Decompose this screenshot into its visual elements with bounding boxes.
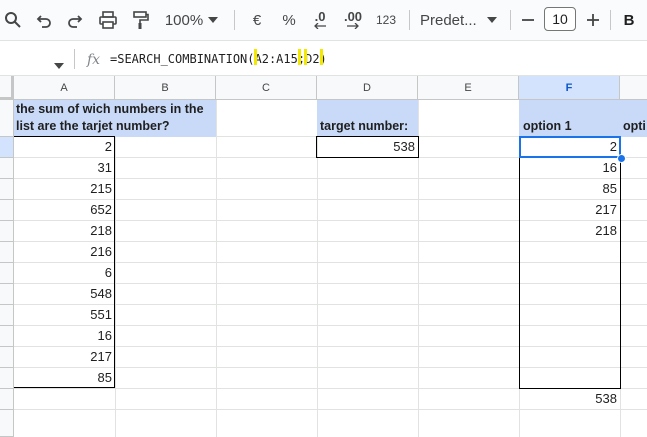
increase-decimals-label: .00	[343, 9, 363, 24]
row-header[interactable]	[0, 326, 14, 347]
row-header[interactable]	[0, 347, 14, 368]
toolbar-divider	[610, 10, 611, 30]
toolbar-divider	[234, 10, 235, 30]
row-header[interactable]	[0, 263, 14, 284]
row-header[interactable]	[0, 179, 14, 200]
row-header[interactable]	[0, 158, 14, 179]
column-header-c[interactable]: C	[216, 76, 317, 100]
column-header-a[interactable]: A	[14, 76, 115, 100]
cell-a2[interactable]: 2	[14, 137, 115, 158]
font-family-select[interactable]: Predet...	[420, 8, 480, 32]
font-size-input[interactable]: 10	[544, 7, 576, 31]
arrow-left-icon	[314, 23, 326, 29]
cell-a6[interactable]: 218	[14, 221, 115, 242]
row-header[interactable]	[0, 284, 14, 305]
column-header-e[interactable]: E	[418, 76, 519, 100]
column-header-d[interactable]: D	[317, 76, 418, 100]
cell-d2[interactable]: 538	[316, 136, 419, 158]
column-header-b[interactable]: B	[115, 76, 216, 100]
row-header[interactable]	[0, 137, 14, 158]
print-icon[interactable]	[96, 8, 120, 32]
decrease-decimals-label: .0	[314, 9, 326, 24]
cell-a4[interactable]: 215	[14, 179, 115, 200]
cell-a9[interactable]: 548	[14, 284, 115, 305]
cell-f3[interactable]: 16	[519, 158, 620, 179]
redo-icon[interactable]	[64, 8, 86, 32]
spreadsheet-grid[interactable]: A B C D E F the sum of wich numbers in t…	[0, 76, 647, 437]
formula-range-reference: A2:A15	[254, 52, 298, 66]
search-menus-icon[interactable]	[2, 8, 24, 32]
cell-f6[interactable]: 218	[519, 221, 620, 242]
fill-handle[interactable]	[617, 154, 626, 163]
cell-a12[interactable]: 217	[14, 347, 115, 368]
toolbar-divider	[510, 10, 511, 30]
zoom-dropdown-icon[interactable]	[206, 8, 220, 32]
increase-decimals-button[interactable]: .00	[341, 8, 365, 32]
column-header-f[interactable]: F	[519, 76, 620, 100]
cell-a10[interactable]: 551	[14, 305, 115, 326]
fx-icon: fx	[87, 52, 101, 68]
toolbar: 100% € % .0 .00 123 Predet... 10 B	[0, 0, 647, 40]
row-header[interactable]	[0, 221, 14, 242]
formula-input[interactable]: =SEARCH_COMBINATION(A2:A15;D2)	[110, 52, 327, 66]
decrease-decimals-button[interactable]: .0	[309, 8, 331, 32]
row-header[interactable]	[0, 410, 14, 437]
cell-a5[interactable]: 652	[14, 200, 115, 221]
cell-a8[interactable]: 6	[14, 263, 115, 284]
cell-a3[interactable]: 31	[14, 158, 115, 179]
increase-font-size-icon[interactable]	[583, 8, 603, 32]
cell-f4[interactable]: 85	[519, 179, 620, 200]
bold-button[interactable]: B	[620, 8, 638, 32]
cell-f-total[interactable]: 538	[519, 389, 620, 410]
zoom-select[interactable]: 100%	[164, 8, 204, 32]
cell-f5[interactable]: 217	[519, 200, 620, 221]
cell-f1[interactable]: option 1	[519, 100, 620, 137]
cell-a1[interactable]: the sum of wich numbers in the list are …	[14, 100, 216, 137]
formula-cell-reference: D2	[305, 52, 320, 66]
column-header-g[interactable]	[620, 76, 647, 100]
percent-format-button[interactable]: %	[280, 8, 298, 32]
row-header[interactable]	[0, 242, 14, 263]
paint-format-icon[interactable]	[128, 8, 152, 32]
row-header[interactable]	[0, 389, 14, 410]
gridline	[115, 100, 116, 437]
row-header[interactable]	[0, 305, 14, 326]
name-box-dropdown-icon[interactable]	[54, 56, 64, 74]
cell-d1[interactable]: target number:	[317, 100, 418, 137]
formula-function: =SEARCH_COMBINATION(	[110, 52, 255, 66]
row-header[interactable]	[0, 368, 14, 389]
gridline	[216, 100, 217, 437]
font-dropdown-icon[interactable]	[485, 8, 499, 32]
undo-icon[interactable]	[33, 8, 55, 32]
row-header[interactable]	[0, 200, 14, 221]
select-all-corner[interactable]	[0, 76, 14, 100]
active-cell-selection	[519, 136, 621, 158]
row-header[interactable]	[0, 100, 14, 137]
cell-a11[interactable]: 16	[14, 326, 115, 347]
formula-divider	[74, 49, 75, 69]
arrow-right-icon	[347, 23, 359, 29]
decrease-font-size-icon[interactable]	[518, 8, 538, 32]
currency-format-button[interactable]: €	[248, 8, 266, 32]
cell-g1[interactable]: opti	[620, 100, 647, 137]
cell-a7[interactable]: 216	[14, 242, 115, 263]
toolbar-divider	[409, 10, 410, 30]
formula-bar: fx =SEARCH_COMBINATION(A2:A15;D2)	[0, 40, 647, 76]
more-formats-button[interactable]: 123	[374, 8, 398, 32]
cell-a13[interactable]: 85	[14, 368, 115, 389]
